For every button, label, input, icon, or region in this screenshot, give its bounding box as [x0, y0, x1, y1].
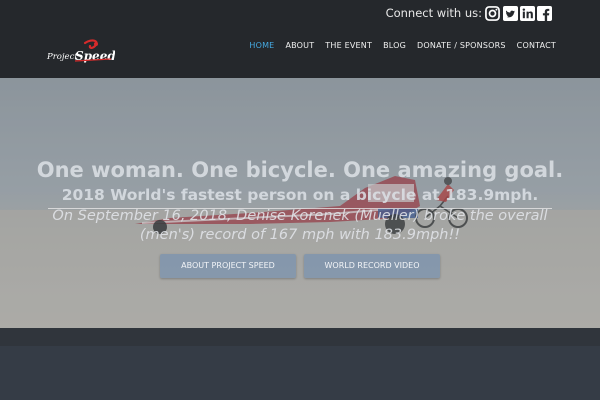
twitter-icon[interactable] [503, 6, 518, 21]
nav-donate-sponsors[interactable]: DONATE / SPONSORS [417, 41, 506, 50]
nav-blog[interactable]: BLOG [383, 41, 406, 50]
nav-the-event[interactable]: THE EVENT [325, 41, 372, 50]
top-bar: Connect with us: [0, 0, 600, 28]
nav-about[interactable]: ABOUT [285, 41, 314, 50]
nav-home[interactable]: HOME [249, 41, 274, 50]
svg-text:Project: Project [46, 52, 78, 62]
connect-label: Connect with us: [385, 6, 482, 20]
linkedin-icon[interactable] [520, 6, 535, 21]
next-section [0, 328, 600, 400]
world-record-video-button[interactable]: WORLD RECORD VIDEO [304, 254, 440, 278]
hero-section: One woman. One bicycle. One amazing goal… [0, 78, 600, 328]
project-speed-logo[interactable]: Project Speed [45, 39, 116, 65]
next-section-band [0, 346, 600, 400]
about-project-speed-button[interactable]: ABOUT PROJECT SPEED [160, 254, 296, 278]
hero-headline: One woman. One bicycle. One amazing goal… [36, 158, 564, 182]
main-nav: HOME ABOUT THE EVENT BLOG DONATE / SPONS… [249, 41, 556, 50]
nav-contact[interactable]: CONTACT [517, 41, 556, 50]
facebook-icon[interactable] [537, 6, 552, 21]
hero-description: On September 16, 2018, Denise Korenek (M… [52, 208, 548, 243]
hero-subheadline: 2018 World's fastest person on a bicycle… [61, 186, 539, 204]
site-header: Project Speed HOME ABOUT THE EVENT BLOG … [0, 28, 600, 78]
instagram-icon[interactable] [485, 6, 500, 21]
